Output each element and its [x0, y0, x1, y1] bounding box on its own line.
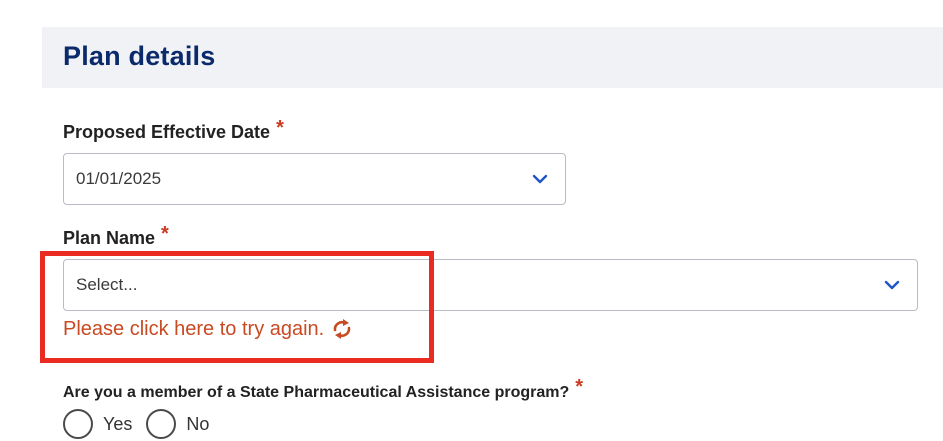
radio-option-no[interactable]: No: [146, 409, 209, 439]
highlight-annotation-box: [40, 251, 434, 363]
effective-date-label-text: Proposed Effective Date: [63, 122, 271, 142]
effective-date-select[interactable]: 01/01/2025: [63, 153, 566, 205]
plan-name-label-text: Plan Name: [63, 228, 156, 248]
spap-question-text: Are you a member of a State Pharmaceutic…: [63, 384, 570, 401]
radio-button-no[interactable]: [146, 409, 177, 439]
spap-radio-group: Yes No: [63, 409, 223, 439]
radio-option-yes[interactable]: Yes: [63, 409, 132, 439]
required-asterisk: *: [161, 223, 169, 245]
spap-question: Are you a member of a State Pharmaceutic…: [63, 376, 583, 403]
required-asterisk: *: [276, 117, 284, 139]
plan-name-label: Plan Name *: [63, 223, 169, 250]
radio-label-no[interactable]: No: [186, 414, 209, 435]
chevron-down-icon[interactable]: [883, 276, 901, 294]
radio-button-yes[interactable]: [63, 409, 93, 439]
required-asterisk: *: [575, 376, 584, 398]
effective-date-label: Proposed Effective Date *: [63, 117, 284, 144]
section-title: Plan details: [63, 41, 216, 71]
radio-label-yes[interactable]: Yes: [103, 414, 132, 435]
effective-date-value: 01/01/2025: [76, 169, 162, 188]
chevron-down-icon[interactable]: [531, 170, 549, 188]
